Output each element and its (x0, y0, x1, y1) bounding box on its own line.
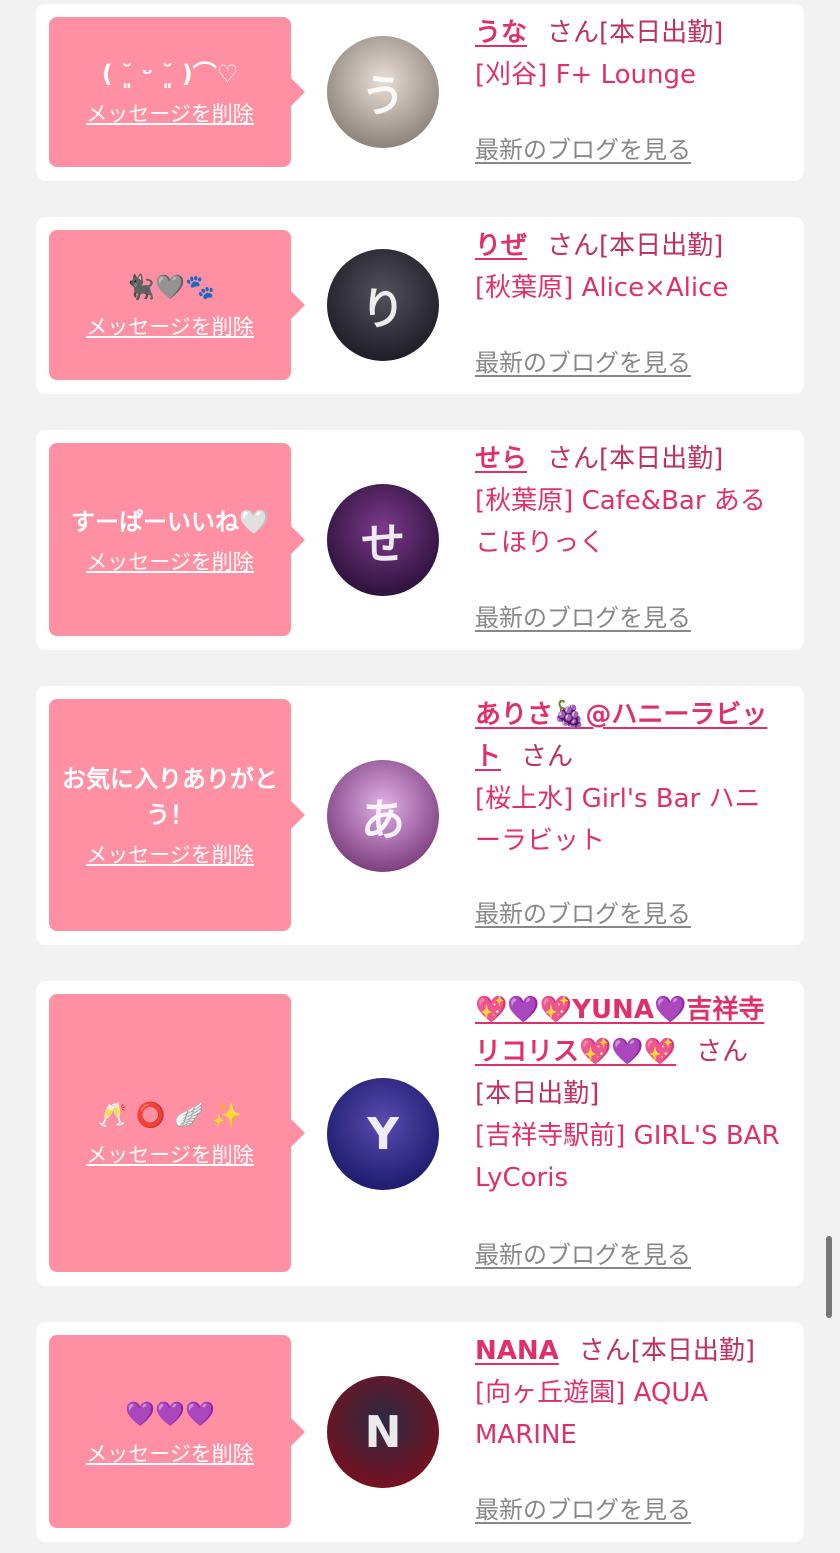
cast-name-link[interactable]: ありさ🍇@ハニーラビット (475, 700, 767, 772)
cast-name-link[interactable]: NANA (475, 1336, 559, 1366)
cast-info: NANA さん[本日出勤] [向ヶ丘遊園] AQUA MARINE (475, 1330, 782, 1456)
shop-area: [吉祥寺駅前] (475, 1121, 626, 1151)
message-bubble: お気に入りありがとう！ メッセージを削除 (49, 699, 305, 931)
message-card: 🐈‍⬛🩶🐾 メッセージを削除 り りぜ さん[本日出勤] [秋葉原] Alice×… (36, 217, 804, 394)
message-text: 💜💜💜 (125, 1399, 215, 1428)
cast-name-link[interactable]: せら (475, 444, 527, 474)
message-text: 🐈‍⬛🩶🐾 (125, 273, 215, 301)
avatar-initial: り (361, 284, 405, 335)
message-bubble: 🥂 ⭕ 🪽 ✨ メッセージを削除 (49, 994, 305, 1272)
shop-name: Alice×Alice (581, 273, 729, 303)
latest-blog-link[interactable]: 最新のブログを見る (475, 343, 691, 378)
avatar[interactable]: あ (327, 760, 439, 872)
scrollbar[interactable] (826, 1236, 832, 1318)
delete-message-link[interactable]: メッセージを削除 (86, 546, 254, 576)
cast-info: うな さん[本日出勤] [刈谷] F+ Lounge (475, 12, 782, 96)
honorific: さん (521, 742, 574, 772)
latest-blog-link[interactable]: 最新のブログを見る (475, 1490, 691, 1525)
shop-area: [桜上水] (475, 784, 574, 814)
latest-blog-link[interactable]: 最新のブログを見る (475, 894, 691, 929)
message-card: すーぱーいいね🤍 メッセージを削除 せ せら さん[本日出勤] [秋葉原] Caf… (36, 430, 804, 650)
shop-area: [刈谷] (475, 60, 548, 90)
cast-name-link[interactable]: うな (475, 18, 527, 48)
delete-message-link[interactable]: メッセージを削除 (86, 1139, 254, 1169)
avatar[interactable]: せ (327, 484, 439, 596)
delete-message-link[interactable]: メッセージを削除 (86, 311, 254, 341)
attendance-status: [本日出勤] (599, 231, 724, 261)
avatar-initial: あ (361, 795, 405, 846)
cast-name-link[interactable]: りぜ (475, 231, 527, 261)
shop-area: [秋葉原] (475, 486, 574, 516)
avatar[interactable]: Y (327, 1078, 439, 1190)
avatar[interactable]: う (327, 36, 439, 148)
honorific: さん (578, 1336, 631, 1366)
honorific: さん (547, 231, 600, 261)
delete-message-link[interactable]: メッセージを削除 (86, 98, 254, 128)
message-card: 🥂 ⭕ 🪽 ✨ メッセージを削除 Y 💖💜💖YUNA💜吉祥寺リコリス💖💜💖 さん[… (36, 981, 804, 1286)
attendance-status: [本日出勤] (475, 1079, 600, 1109)
cast-info: 💖💜💖YUNA💜吉祥寺リコリス💖💜💖 さん[本日出勤] [吉祥寺駅前] GIRL'… (475, 989, 782, 1199)
message-text: お気に入りありがとう！ (62, 765, 278, 829)
message-text: すーぱーいいね🤍 (71, 507, 269, 536)
cast-info: せら さん[本日出勤] [秋葉原] Cafe&Bar あるこほりっく (475, 438, 782, 564)
shop-area: [秋葉原] (475, 273, 574, 303)
cast-info: ありさ🍇@ハニーラビット さん [桜上水] Girl's Bar ハニーラビット (475, 694, 782, 862)
avatar-initial: N (364, 1406, 402, 1458)
avatar[interactable]: N (327, 1376, 439, 1488)
message-bubble: 💜💜💜 メッセージを削除 (49, 1335, 305, 1528)
avatar-initial: せ (361, 519, 405, 570)
latest-blog-link[interactable]: 最新のブログを見る (475, 598, 691, 633)
delete-message-link[interactable]: メッセージを削除 (86, 839, 254, 869)
shop-name: F+ Lounge (555, 60, 696, 90)
attendance-status: [本日出勤] (599, 444, 724, 474)
honorific: さん (547, 444, 600, 474)
shop-area: [向ヶ丘遊園] (475, 1378, 626, 1408)
honorific: さん (547, 18, 600, 48)
message-bubble: 🐈‍⬛🩶🐾 メッセージを削除 (49, 230, 305, 380)
message-bubble: すーぱーいいね🤍 メッセージを削除 (49, 443, 305, 636)
attendance-status: [本日出勤] (599, 18, 724, 48)
message-text: 🥂 ⭕ 🪽 ✨ (97, 1101, 243, 1129)
message-card: 💜💜💜 メッセージを削除 N NANA さん[本日出勤] [向ヶ丘遊園] AQUA… (36, 1322, 804, 1542)
avatar[interactable]: り (327, 249, 439, 361)
latest-blog-link[interactable]: 最新のブログを見る (475, 130, 691, 165)
avatar-initial: う (361, 71, 405, 122)
message-card: ( ˘͈ ᵕ ˘͈ )⌒♡ メッセージを削除 う うな さん[本日出勤] [刈谷]… (36, 4, 804, 181)
latest-blog-link[interactable]: 最新のブログを見る (475, 1235, 691, 1270)
attendance-status: [本日出勤] (630, 1336, 756, 1366)
message-text: ( ˘͈ ᵕ ˘͈ )⌒♡ (101, 60, 239, 88)
honorific: さん (696, 1037, 749, 1067)
delete-message-link[interactable]: メッセージを削除 (86, 1438, 254, 1468)
cast-info: りぜ さん[本日出勤] [秋葉原] Alice×Alice (475, 225, 782, 309)
avatar-initial: Y (367, 1108, 399, 1160)
message-card: お気に入りありがとう！ メッセージを削除 あ ありさ🍇@ハニーラビット さん [桜… (36, 686, 804, 945)
message-bubble: ( ˘͈ ᵕ ˘͈ )⌒♡ メッセージを削除 (49, 17, 305, 167)
